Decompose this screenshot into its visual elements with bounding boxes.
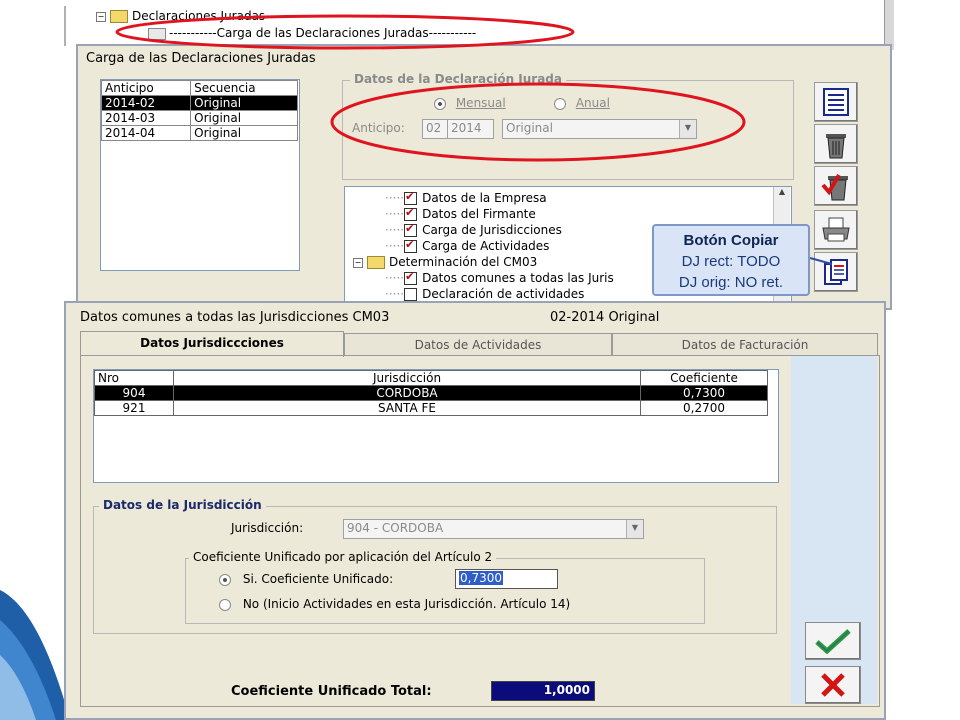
coeficiente-field[interactable]: 0,7300 [455, 569, 558, 589]
tab-content: Nro Jurisdicción Coeficiente 904 CORDOBA… [80, 355, 880, 707]
radio-no[interactable]: No (Inicio Actividades en esta Jurisdicc… [219, 597, 570, 611]
copy-callout: Botón Copiar DJ rect: TODO DJ orig: NO r… [652, 224, 810, 296]
annotation-ellipse-tree [115, 14, 575, 50]
coeficiente-value: 0,7300 [459, 571, 503, 585]
cell-coeficiente: 0,2700 [640, 400, 768, 416]
side-panel [791, 356, 877, 704]
radio-si[interactable]: Si. Coeficiente Unificado: [219, 572, 393, 586]
period-label: 02-2014 Original [550, 310, 660, 325]
tab-datos-jurisdicciones[interactable]: Datos Jurisdiccciones [80, 331, 344, 357]
table-row[interactable]: 904 CORDOBA 0,7300 [94, 385, 768, 401]
callout-title: Botón Copiar [683, 232, 779, 249]
grid-header-row: Nro Jurisdicción Coeficiente [94, 370, 768, 386]
radio-si-control[interactable] [219, 573, 231, 586]
total-label-text: Coeficiente Unificado Total: [231, 684, 432, 699]
radio-no-control[interactable] [219, 598, 231, 611]
coeficiente-group-title: Coeficiente Unificado por aplicación del… [189, 550, 497, 564]
coeficiente-group [185, 558, 705, 624]
annotation-ellipse-dj [330, 82, 746, 162]
table-row[interactable]: 921 SANTA FE 0,2700 [94, 400, 768, 416]
radio-no-label: No (Inicio Actividades en esta Jurisdicc… [242, 597, 571, 611]
jurisdiccion-select[interactable]: 904 - CORDOBA ▼ [343, 519, 644, 539]
window-title: Datos comunes a todas las Jurisdicciones… [80, 310, 390, 325]
column-header-nro[interactable]: Nro [94, 370, 174, 386]
datos-comunes-window: Datos comunes a todas las Jurisdicciones… [64, 301, 886, 720]
tab-datos-facturacion[interactable]: Datos de Facturación [612, 333, 878, 356]
cell-jurisdiccion: SANTA FE [173, 400, 641, 416]
callout-line: DJ rect: TODO [681, 253, 781, 270]
cell-nro: 921 [94, 400, 174, 416]
callout-line: DJ orig: NO ret. [678, 274, 784, 291]
ok-button[interactable] [805, 622, 861, 660]
radio-si-label: Si. Coeficiente Unificado: [242, 572, 394, 586]
callout-pointer [809, 257, 833, 265]
close-icon [821, 673, 845, 697]
cell-coeficiente: 0,7300 [640, 385, 768, 401]
jurisdiccion-group-title: Datos de la Jurisdicción [99, 498, 266, 512]
column-header-coeficiente[interactable]: Coeficiente [640, 370, 768, 386]
checkmark-icon [815, 629, 851, 654]
jurisdiccion-value: 904 - CORDOBA [347, 521, 444, 535]
jurisdiccion-label: Jurisdicción: [231, 521, 304, 535]
jurisdicciones-grid[interactable]: Nro Jurisdicción Coeficiente 904 CORDOBA… [93, 369, 779, 483]
total-label: Coeficiente Unificado Total: [231, 684, 432, 699]
tab-datos-actividades[interactable]: Datos de Actividades [344, 333, 612, 356]
cancel-button[interactable] [805, 666, 861, 704]
cell-nro: 904 [94, 385, 174, 401]
total-field: 1,0000 [491, 681, 595, 701]
chevron-down-icon[interactable]: ▼ [626, 520, 643, 538]
cell-jurisdiccion: CORDOBA [173, 385, 641, 401]
column-header-jurisdiccion[interactable]: Jurisdicción [173, 370, 641, 386]
